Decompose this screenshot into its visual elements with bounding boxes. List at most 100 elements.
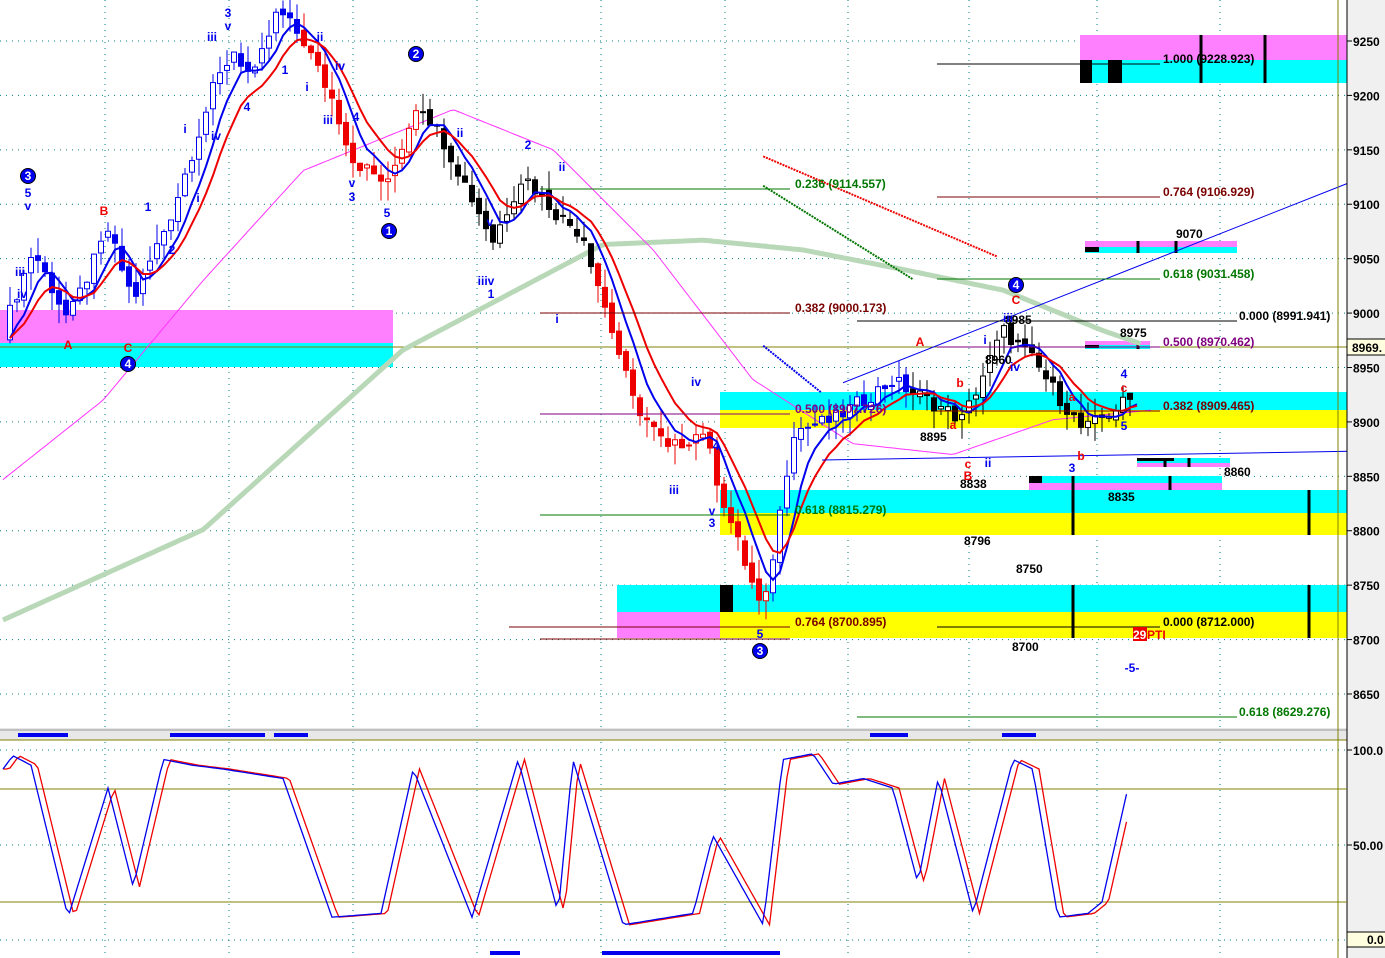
candle-body	[133, 282, 139, 297]
candle-body	[357, 162, 363, 171]
wave-label: 1	[488, 287, 495, 301]
oscillator-current-value: 0.0	[1367, 933, 1384, 947]
wave-label: A	[916, 335, 925, 349]
wave-degree-circle: 4	[1008, 277, 1024, 293]
wave-label: 2	[525, 138, 532, 152]
stochastic-panel	[0, 749, 1347, 941]
candle-body	[385, 178, 391, 183]
price-level-label: 8796	[964, 534, 991, 548]
zone-marker-block	[1137, 458, 1174, 461]
fib-level-label: 0.500 (8907.726)	[795, 402, 886, 416]
candle-body	[602, 286, 608, 308]
price-level-label: 9070	[1176, 227, 1203, 241]
candle-body	[812, 423, 818, 426]
wave-label: iv	[211, 129, 221, 143]
candle-body	[147, 260, 153, 271]
candle-body	[791, 437, 797, 474]
zone-marker-block	[1029, 476, 1042, 483]
candle-body	[168, 219, 174, 232]
candle-body	[35, 255, 41, 261]
wave-label: iv	[691, 375, 701, 389]
candle-body	[63, 299, 69, 316]
wave-label: 4	[244, 100, 251, 114]
wave-circle-label: 1	[386, 224, 393, 238]
price-axis-label: 9200	[1353, 89, 1380, 103]
candle-body	[287, 12, 293, 19]
candle-body	[189, 160, 195, 173]
candle-body	[959, 414, 965, 421]
wave-label: 3	[349, 190, 356, 204]
fib-level-label: 0.618 (8629.276)	[1239, 705, 1330, 719]
wave-label: iv	[17, 287, 27, 301]
wave-label: 5	[757, 627, 764, 641]
candle-body	[945, 406, 951, 412]
candle-body	[784, 475, 790, 509]
candle-body	[84, 281, 90, 290]
price-level-label: 8975	[1120, 326, 1147, 340]
candle-body	[406, 127, 412, 153]
candle-body	[28, 256, 34, 274]
price-axis-label: 9100	[1353, 198, 1380, 212]
wave-label: i	[555, 312, 558, 326]
candle-body	[588, 243, 594, 268]
wave-degree-circle: 1	[381, 223, 397, 239]
wave-label: 2	[169, 243, 176, 257]
candle-body	[553, 209, 559, 221]
candle-body	[196, 136, 202, 160]
candle-body	[700, 433, 706, 439]
candle-body	[280, 8, 286, 16]
candle-body	[819, 415, 825, 424]
wave-circle-label: 4	[1013, 278, 1020, 292]
candle-body	[756, 578, 762, 601]
candle-body	[70, 300, 76, 316]
wave-label: 1	[282, 63, 289, 77]
candle-body	[672, 439, 678, 446]
candle-body	[420, 111, 426, 114]
candle-body	[322, 64, 328, 88]
candle-body	[721, 483, 727, 508]
target-zone-pink	[1085, 241, 1237, 247]
candle-body	[329, 89, 335, 99]
elliott-wave-price-chart[interactable]: 0.236 (9114.557) 0.382 (9000.173) 0.500 (8…	[0, 0, 1385, 958]
wave-label: b	[956, 376, 963, 390]
candle-body	[112, 234, 118, 244]
zone-marker-block	[1108, 60, 1122, 83]
price-axis-label: 9250	[1353, 35, 1380, 49]
wave-label: i	[305, 80, 308, 94]
candle-body	[378, 174, 384, 182]
candle-body	[266, 35, 272, 49]
target-zone-cyan	[1029, 476, 1222, 483]
candle-body	[210, 82, 216, 110]
candle-body	[518, 183, 524, 204]
candle-body	[798, 428, 804, 440]
candle-body	[1064, 402, 1070, 415]
candle-body	[91, 253, 97, 284]
fib-level-label: 0.236 (9114.557)	[795, 177, 886, 191]
candle-body	[777, 509, 783, 563]
target-zone-pink	[1137, 463, 1230, 467]
candle-body	[161, 231, 167, 246]
fib-level-label: 0.000 (8991.941)	[1239, 309, 1330, 323]
candle-body	[1057, 381, 1063, 407]
price-panel: 0.236 (9114.557) 0.382 (9000.173) 0.500 (8…	[0, 0, 1350, 958]
wave-circle-label: 4	[125, 357, 132, 371]
candle-body	[238, 53, 244, 67]
fib-level-label: 0.764 (8700.895)	[795, 615, 886, 629]
wave-label: -5-	[1125, 661, 1140, 675]
wave-label: iiiv	[478, 274, 495, 288]
price-axis-label: 8800	[1353, 525, 1380, 539]
price-axis-label: 8900	[1353, 416, 1380, 430]
candle-body	[574, 228, 580, 237]
wave-degree-circle: 3	[752, 643, 768, 659]
candle-body	[462, 175, 468, 183]
candle-body	[903, 374, 909, 393]
wave-label: B	[100, 204, 109, 218]
wave-label: c	[1121, 381, 1128, 395]
wave-degree-circle: 3	[20, 168, 36, 184]
wave-label: iv	[1010, 360, 1020, 374]
wave-label: 4	[1121, 367, 1128, 381]
fib-level-label: 1.000 (9228.923)	[1163, 52, 1254, 66]
price-level-label: 8835	[1108, 490, 1135, 504]
candle-body	[364, 164, 370, 169]
wave-degree-circle: 2	[408, 46, 424, 62]
